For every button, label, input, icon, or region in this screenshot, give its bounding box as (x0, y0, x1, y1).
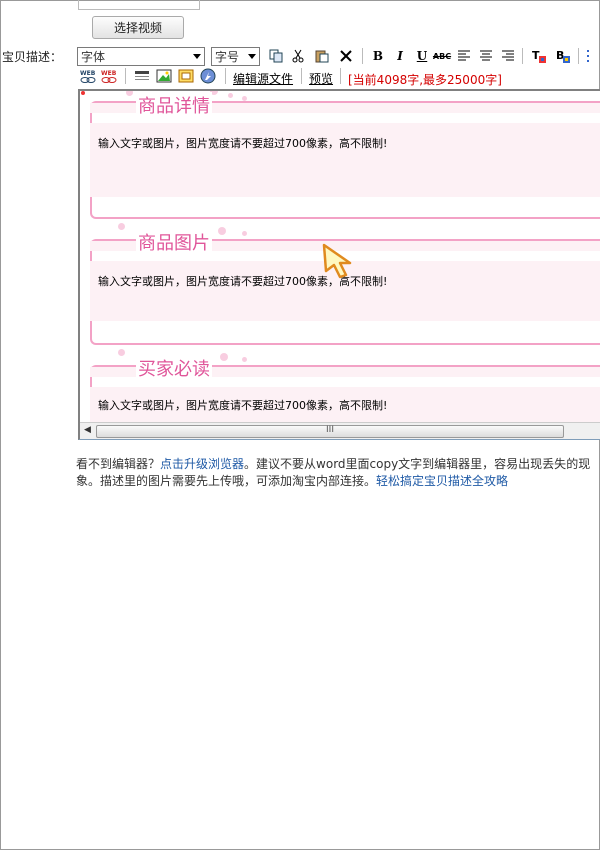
decor-dot (242, 357, 247, 362)
horizontal-rule-icon[interactable] (134, 68, 150, 84)
video-field[interactable] (78, 0, 200, 10)
background-color-icon[interactable]: B (555, 48, 571, 64)
decor-dot (118, 223, 125, 230)
align-left-icon[interactable] (456, 48, 472, 64)
decor-dot (228, 93, 233, 98)
text-color-icon[interactable]: T (531, 48, 547, 64)
section-hint: 输入文字或图片，图片宽度请不要超过700像素，高不限制! (98, 399, 388, 412)
rich-text-editor[interactable]: 商品详情 输入文字或图片，图片宽度请不要超过700像素，高不限制! 商品图片 输… (78, 89, 600, 440)
svg-text:WEB: WEB (101, 70, 117, 77)
font-select[interactable]: 字体 (77, 47, 205, 66)
help-prefix: 看不到编辑器？ (76, 457, 161, 471)
svg-text:T: T (532, 49, 540, 62)
section-hint: 输入文字或图片，图片宽度请不要超过700像素，高不限制! (98, 137, 388, 150)
strikethrough-button[interactable]: ABC (433, 48, 451, 64)
description-label: 宝贝描述： (2, 50, 63, 64)
bold-button[interactable]: B (370, 48, 386, 64)
toolbar-separator (125, 68, 126, 84)
section-title: 商品详情 (136, 92, 212, 118)
toolbar-separator (522, 48, 523, 64)
preview-button[interactable]: 预览 (309, 70, 333, 87)
insert-table-icon[interactable] (178, 68, 194, 84)
list-icon[interactable] (584, 48, 600, 64)
pointer-cursor-icon (322, 243, 352, 279)
toolbar-separator (225, 68, 226, 84)
decor-dot (126, 91, 133, 96)
section-title: 商品图片 (136, 229, 212, 255)
toolbar-separator (301, 68, 302, 84)
svg-text:WEB: WEB (80, 70, 96, 77)
horizontal-scrollbar[interactable]: ◀ III (80, 422, 600, 439)
delete-icon[interactable] (338, 48, 354, 64)
decor-dot (118, 349, 125, 356)
char-counter: [当前4098字,最多25000字] (348, 73, 502, 87)
chevron-down-icon (248, 54, 256, 59)
section-title: 买家必读 (136, 355, 212, 381)
insert-flash-icon[interactable] (200, 68, 216, 84)
size-select[interactable]: 字号 (211, 47, 260, 66)
copy-icon[interactable] (268, 48, 284, 64)
edit-source-button[interactable]: 编辑源文件 (233, 70, 293, 87)
section-details: 商品详情 输入文字或图片，图片宽度请不要超过700像素，高不限制! (90, 91, 600, 221)
chevron-down-icon (193, 54, 201, 59)
italic-button[interactable]: I (392, 48, 408, 64)
toolbar-separator (340, 68, 341, 84)
upgrade-browser-link[interactable]: 点击升级浏览器 (160, 457, 244, 471)
align-center-icon[interactable] (478, 48, 494, 64)
underline-button[interactable]: U (414, 48, 430, 64)
insert-image-icon[interactable] (156, 68, 172, 84)
size-select-value: 字号 (215, 50, 240, 64)
toolbar-separator (362, 48, 363, 64)
editor-help-text: 看不到编辑器？点击升级浏览器。建议不要从word里面copy文字到编辑器里，容易… (76, 456, 596, 490)
insert-link-icon[interactable]: WEB (80, 68, 96, 84)
paste-icon[interactable] (314, 48, 330, 64)
scroll-left-icon[interactable]: ◀ (84, 425, 91, 435)
marker-dot (81, 91, 85, 95)
cut-icon[interactable] (290, 48, 306, 64)
decor-dot (218, 227, 226, 235)
toolbar-separator (578, 48, 579, 64)
description-guide-link[interactable]: 轻松搞定宝贝描述全攻略 (376, 474, 508, 488)
scrollbar-thumb[interactable]: III (96, 425, 564, 438)
scroll-grip: III (326, 425, 334, 435)
unlink-icon[interactable]: WEB (101, 68, 117, 84)
decor-dot (242, 96, 247, 101)
align-right-icon[interactable] (500, 48, 516, 64)
decor-dot (220, 353, 228, 361)
font-select-value: 字体 (81, 50, 106, 64)
select-video-button[interactable]: 选择视频 (92, 16, 184, 39)
decor-dot (242, 231, 247, 236)
